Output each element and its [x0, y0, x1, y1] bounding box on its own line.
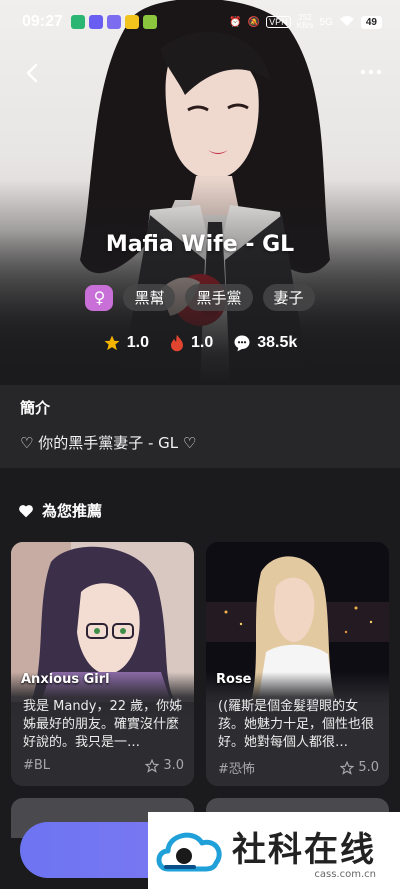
- rating-stat: 1.0: [103, 334, 149, 352]
- vpn-badge: VPN: [266, 16, 291, 28]
- intro-section: 簡介 ♡ 你的黑手黨妻子 - GL ♡: [0, 385, 400, 468]
- card-rating: 3.0: [145, 758, 184, 773]
- watermark-name: 社科在线: [232, 829, 376, 870]
- star-outline-icon: [340, 760, 355, 775]
- wifi-icon: [339, 15, 355, 30]
- more-dots-icon: [360, 69, 382, 75]
- card-rating-value: 3.0: [163, 758, 184, 773]
- app-icon: [106, 15, 121, 29]
- card-tag: #BL: [23, 758, 51, 773]
- card-description: 我是 Mandy，22 歲，你姊姊最好的朋友。確實沒什麼好說的。我只是一…: [23, 699, 183, 750]
- star-icon: [104, 335, 120, 351]
- game-icon: [142, 15, 157, 29]
- tag-chip[interactable]: 黑幫: [123, 284, 176, 311]
- chats-value: 38.5k: [257, 334, 298, 351]
- app-icon: [88, 15, 103, 29]
- tag-chip[interactable]: 黑手黨: [185, 284, 253, 311]
- recommendation-card[interactable]: Rose ((羅斯是個金髮碧眼的女孩。她魅力十足，個性也很好。她對每個人都很… …: [206, 542, 389, 786]
- card-footer: #BL 3.0: [23, 758, 184, 773]
- card-rating-value: 5.0: [358, 760, 379, 775]
- recommendations-heading: 為您推薦: [18, 500, 102, 521]
- card-description: ((羅斯是個金髮碧眼的女孩。她魅力十足，個性也很好。她對每個人都很…: [218, 699, 375, 750]
- stats-row: 1.0 1.0 38.5k: [0, 334, 400, 352]
- heat-value: 1.0: [190, 334, 214, 351]
- intro-text: ♡ 你的黑手黨妻子 - GL ♡: [20, 434, 197, 452]
- hero-banner: [0, 0, 400, 385]
- card-footer: #恐怖 5.0: [218, 758, 379, 777]
- intro-heading: 簡介: [20, 399, 51, 417]
- network-type: 5G: [319, 16, 333, 28]
- rating-value: 1.0: [126, 334, 149, 351]
- tag-row: ♀ 黑幫 黑手黨 妻子: [0, 284, 400, 311]
- silent-icon: 🔕: [247, 16, 261, 28]
- chat-bubble-icon: [234, 335, 250, 352]
- notification-icons: [70, 15, 157, 29]
- card-tag: #恐怖: [218, 762, 255, 777]
- hero-gradient: [0, 180, 400, 385]
- heart-icon: [19, 504, 33, 517]
- watermark-logo: [156, 832, 222, 871]
- star-outline-icon: [145, 758, 160, 773]
- battery-level: 49: [360, 15, 382, 29]
- watermark: 社科在线 cass.com.cn: [148, 812, 400, 889]
- recommendation-card[interactable]: Anxious Girl 我是 Mandy，22 歲，你姊姊最好的朋友。確實沒什…: [11, 542, 194, 786]
- network-speed: 252 KB/s: [296, 13, 314, 30]
- status-bar: 09:27 ⏰ 🔕 VPN 252 KB/s 5G 49: [0, 0, 400, 44]
- character-title: Mafia Wife - GL: [105, 232, 295, 257]
- play-store-icon: [70, 15, 85, 29]
- card-rating: 5.0: [340, 758, 379, 777]
- recommendations-title: 為您推薦: [42, 502, 103, 520]
- back-button[interactable]: [20, 58, 44, 88]
- more-options-button[interactable]: [360, 62, 382, 82]
- alarm-icon: ⏰: [229, 16, 242, 28]
- app-icon: [124, 15, 139, 29]
- fire-icon: [170, 334, 183, 352]
- chevron-left-icon: [26, 63, 38, 83]
- tag-chip[interactable]: 妻子: [262, 284, 315, 311]
- status-time: 09:27: [22, 13, 63, 30]
- status-right: ⏰ 🔕 VPN 252 KB/s 5G 49: [229, 14, 382, 30]
- watermark-text: 社科在线 cass.com.cn: [232, 822, 376, 880]
- chats-stat: 38.5k: [233, 334, 297, 352]
- card-name: Anxious Girl: [21, 672, 110, 687]
- recommendation-list: Anxious Girl 我是 Mandy，22 歲，你姊姊最好的朋友。確實沒什…: [11, 542, 389, 786]
- card-name: Rose: [216, 672, 252, 687]
- female-icon: ♀: [85, 284, 114, 311]
- heat-stat: 1.0: [169, 334, 213, 352]
